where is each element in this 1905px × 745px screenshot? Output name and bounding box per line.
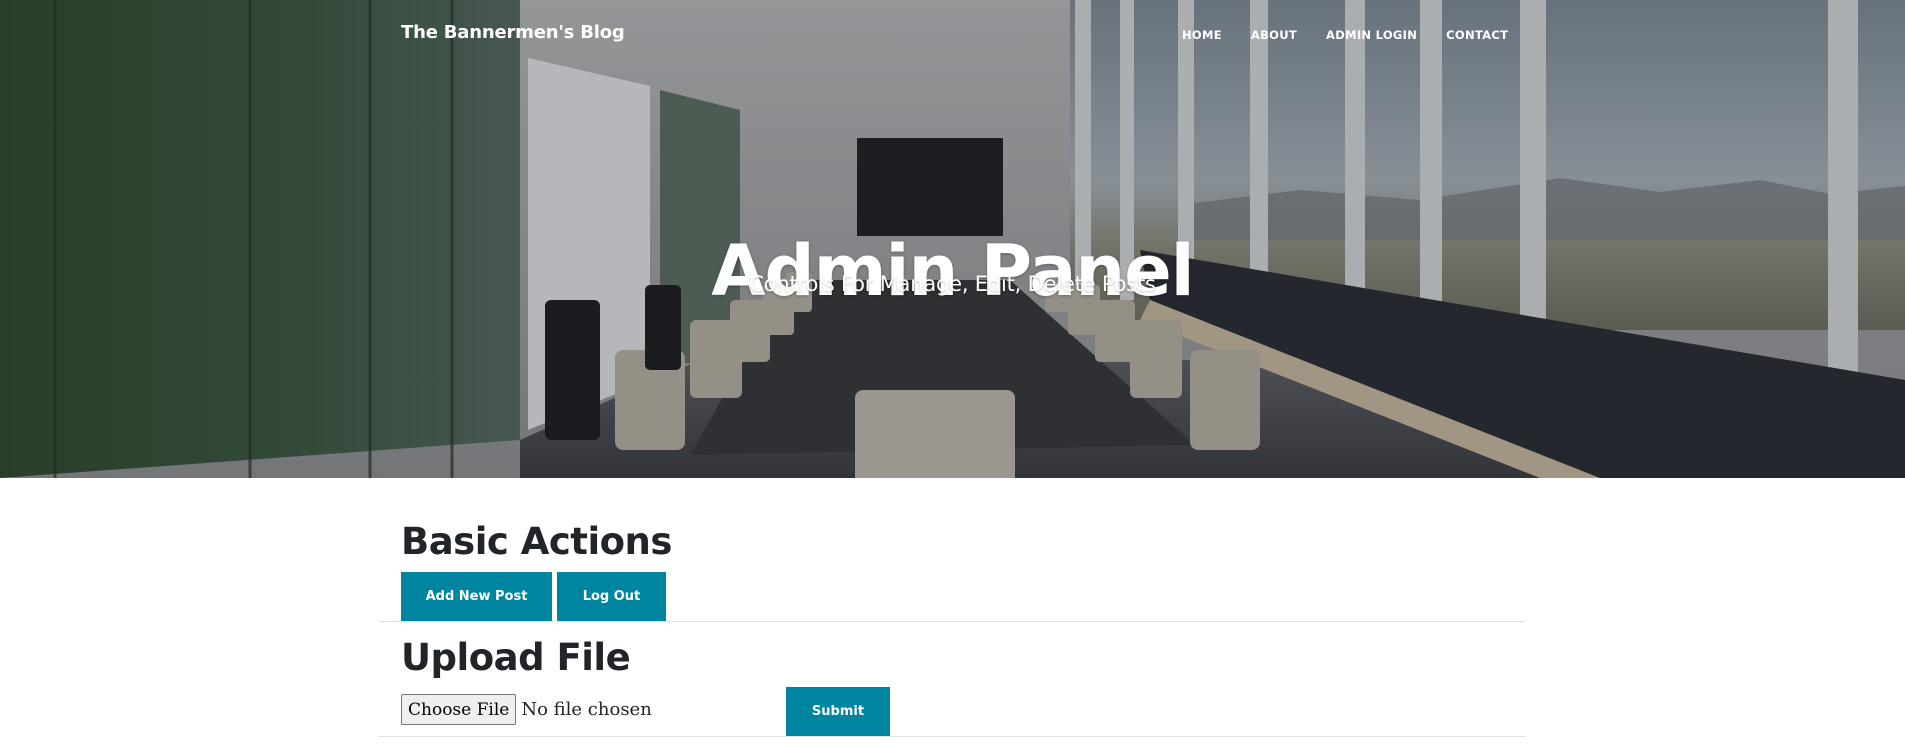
log-out-button[interactable]: Log Out — [557, 572, 666, 621]
section-divider — [379, 621, 1525, 622]
basic-actions-heading: Basic Actions — [401, 520, 672, 563]
add-new-post-button[interactable]: Add New Post — [401, 572, 552, 621]
file-status-text: No file chosen — [521, 699, 652, 720]
nav-link-contact[interactable]: CONTACT — [1446, 28, 1508, 42]
page-title: Admin Panel — [711, 229, 1194, 312]
upload-file-heading: Upload File — [401, 636, 631, 679]
submit-button[interactable]: Submit — [786, 687, 890, 736]
nav-link-home[interactable]: HOME — [1182, 28, 1222, 42]
file-input[interactable]: Choose File No file chosen — [401, 694, 652, 725]
choose-file-button[interactable]: Choose File — [401, 694, 517, 725]
page-subtitle: Controls For Manage, Edit, Delete Posts — [749, 272, 1156, 296]
hero-header: The Bannermen's Blog HOME ABOUT ADMIN LO… — [0, 0, 1905, 478]
nav-link-about[interactable]: ABOUT — [1251, 28, 1297, 42]
section-divider-bottom — [379, 736, 1525, 737]
nav-links: HOME ABOUT ADMIN LOGIN CONTACT — [1182, 28, 1537, 42]
nav-link-admin-login[interactable]: ADMIN LOGIN — [1326, 28, 1417, 42]
brand-link[interactable]: The Bannermen's Blog — [401, 22, 625, 43]
navbar: The Bannermen's Blog HOME ABOUT ADMIN LO… — [0, 0, 1905, 72]
